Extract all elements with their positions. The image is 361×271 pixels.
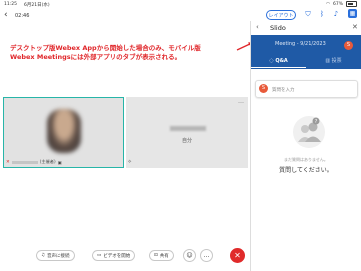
camera-icon: ▭: [97, 253, 102, 258]
speaker-icon[interactable]: ♪: [332, 10, 340, 18]
slido-back-icon[interactable]: ‹: [256, 23, 259, 31]
polls-icon: ▥: [325, 58, 331, 64]
bluetooth-icon[interactable]: ᛒ: [318, 10, 326, 18]
wifi-icon: ◠: [326, 1, 330, 7]
share-label: 共有: [159, 253, 169, 259]
blurred-name-text: [170, 126, 206, 131]
battery-percent: 67%: [332, 1, 343, 7]
empty-questions-illustration-icon: ?: [293, 116, 325, 148]
blurred-participant-video: [47, 109, 81, 153]
host-badge-icon: ▣: [57, 159, 62, 165]
connect-audio-button[interactable]: ♫ 音声に接続: [36, 250, 75, 261]
self-video-tile[interactable]: ✕ (主催者) ▣: [3, 97, 124, 168]
self-label: 自分: [181, 138, 192, 144]
question-avatar-icon: S: [259, 84, 268, 93]
meeting-label: Meeting - 9/21/2023: [275, 41, 326, 47]
slido-user-badge[interactable]: S: [344, 41, 353, 50]
shield-icon[interactable]: ⛉: [304, 10, 312, 18]
annotation-line-2: Webex Meetingsには外部アプリのタブが表示される。: [10, 52, 182, 61]
connect-audio-label: 音声に接続: [47, 253, 70, 259]
empty-state-caption: まだ質問はありません。: [284, 157, 328, 162]
microphone-icon: ♫: [41, 253, 46, 258]
more-options-icon[interactable]: …: [238, 98, 244, 105]
annotation-line-1: デスクトップ版Webex Appから開始した場合のみ、モバイル版: [10, 44, 201, 52]
pin-icon[interactable]: ⟡: [128, 159, 131, 165]
meeting-timer: 02:46: [15, 13, 30, 19]
start-video-button[interactable]: ▭ ビデオを開始: [92, 250, 136, 261]
chevron-left-icon[interactable]: ‹: [4, 10, 8, 20]
battery-icon: [346, 1, 357, 7]
tab-polls[interactable]: ▥ 投票: [306, 56, 361, 68]
second-video-tile[interactable]: … 自分 ⟡: [126, 97, 248, 168]
close-icon[interactable]: ✕: [352, 23, 358, 31]
apps-icon[interactable]: ▦: [348, 9, 357, 18]
status-time: 11:25: [4, 2, 17, 7]
more-icon[interactable]: …: [200, 249, 213, 262]
muted-mic-icon: ✕: [6, 159, 10, 165]
question-input[interactable]: [255, 80, 358, 98]
tab-qa[interactable]: ◌ Q&A: [251, 56, 306, 68]
participant-namebar: ✕ (主催者) ▣: [6, 159, 62, 165]
tab-qa-label: Q&A: [275, 58, 288, 64]
tab-polls-label: 投票: [331, 58, 342, 64]
question-placeholder: 質問を入力: [272, 88, 295, 93]
share-icon: ⊡: [154, 253, 158, 258]
end-call-icon[interactable]: ✕: [230, 248, 245, 263]
layout-button[interactable]: レイアウト: [266, 10, 296, 20]
share-button[interactable]: ⊡ 共有: [149, 250, 174, 261]
host-label: (主催者): [39, 159, 56, 164]
svg-text:?: ?: [315, 119, 318, 125]
annotation-text: デスクトップ版Webex Appから開始した場合のみ、モバイル版 Webex M…: [10, 44, 242, 61]
status-indicators: ◠ 67%: [326, 1, 357, 7]
status-date: 6月21日(水): [24, 3, 50, 8]
reactions-icon[interactable]: ☺: [183, 249, 196, 262]
blurred-name: [11, 160, 38, 164]
qa-icon: ◌: [269, 58, 274, 64]
empty-state-title: 質問してください。: [279, 167, 333, 174]
start-video-label: ビデオを開始: [103, 253, 131, 259]
slido-title: Slido: [270, 24, 286, 32]
